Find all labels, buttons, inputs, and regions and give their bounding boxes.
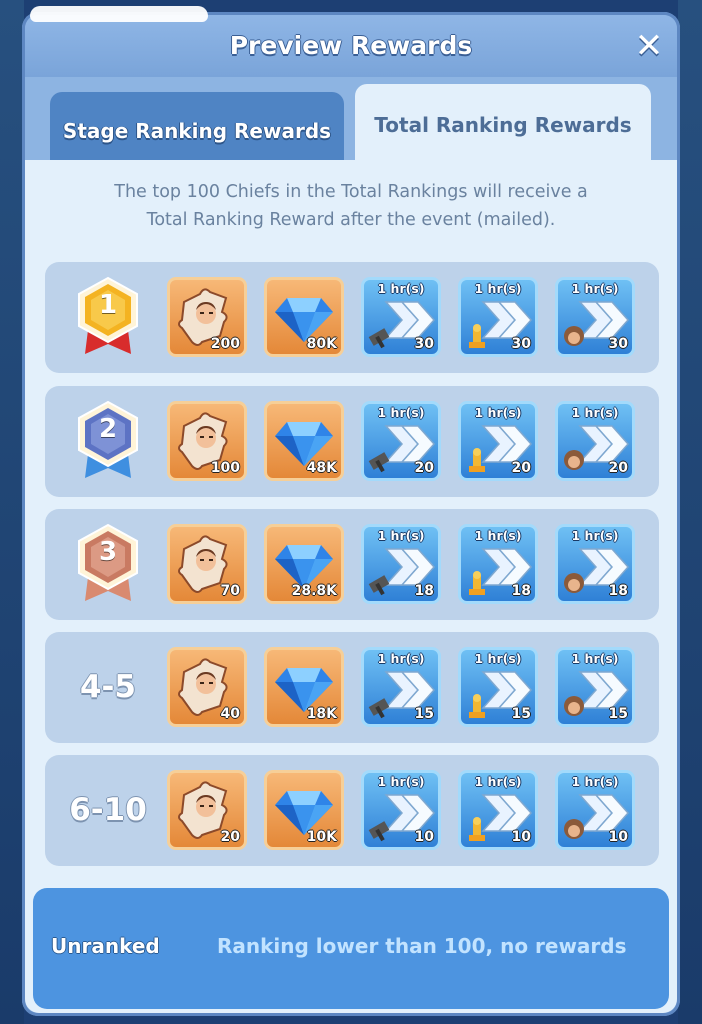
item-quantity: 40 bbox=[220, 706, 240, 722]
reward-row: 2 100 48K 1 hr(s) 20 1 hr(s) 20 1 hr(s) 20 bbox=[45, 386, 659, 497]
item-quantity: 30 bbox=[511, 336, 531, 352]
reward-item[interactable]: 1 hr(s) 30 bbox=[555, 277, 635, 357]
reward-item[interactable]: 1 hr(s) 30 bbox=[458, 277, 538, 357]
item-quantity: 100 bbox=[210, 460, 240, 476]
reward-item[interactable]: 1 hr(s) 10 bbox=[458, 770, 538, 850]
reward-item[interactable]: 20 bbox=[167, 770, 247, 850]
reward-row: 4-5 40 18K 1 hr(s) 15 1 hr(s) 15 1 hr(s) 15 bbox=[45, 632, 659, 743]
reward-item[interactable]: 1 hr(s) 18 bbox=[458, 524, 538, 604]
duration-label: 1 hr(s) bbox=[474, 651, 522, 666]
description: The top 100 Chiefs in the Total Rankings… bbox=[55, 178, 647, 234]
reward-item[interactable]: 1 hr(s) 18 bbox=[361, 524, 441, 604]
rank-slot: 2 bbox=[45, 386, 171, 497]
snow-cap-decoration bbox=[30, 6, 208, 22]
item-quantity: 200 bbox=[210, 336, 240, 352]
reward-item[interactable]: 1 hr(s) 10 bbox=[555, 770, 635, 850]
unranked-text: Ranking lower than 100, no rewards bbox=[217, 934, 627, 958]
reward-row: 6-10 20 10K 1 hr(s) 10 1 hr(s) 10 1 hr(s) 10 bbox=[45, 755, 659, 866]
rank-slot: 1 bbox=[45, 262, 171, 373]
item-quantity: 70 bbox=[220, 583, 240, 599]
item-quantity: 10 bbox=[608, 829, 628, 845]
reward-item[interactable]: 80K bbox=[264, 277, 344, 357]
reward-row: 1 200 80K 1 hr(s) 30 1 hr(s) 30 1 hr(s) 30 bbox=[45, 262, 659, 373]
reward-item[interactable]: 1 hr(s) 20 bbox=[555, 401, 635, 481]
reward-item[interactable]: 1 hr(s) 18 bbox=[555, 524, 635, 604]
rewards-panel: Preview Rewards ✕ Stage Ranking Rewards … bbox=[22, 12, 680, 1016]
item-quantity: 15 bbox=[608, 706, 628, 722]
reward-item[interactable]: 100 bbox=[167, 401, 247, 481]
duration-label: 1 hr(s) bbox=[474, 405, 522, 420]
rank-label: 4-5 bbox=[79, 669, 136, 705]
item-quantity: 15 bbox=[511, 706, 531, 722]
reward-row: 3 70 28.8K 1 hr(s) 18 1 hr(s) 18 1 hr(s) 18 bbox=[45, 509, 659, 620]
reward-item[interactable]: 1 hr(s) 15 bbox=[361, 647, 441, 727]
background-right bbox=[678, 0, 702, 1024]
item-quantity: 18K bbox=[306, 706, 337, 722]
title-bar: Preview Rewards ✕ bbox=[25, 15, 677, 77]
tab-total-ranking-rewards[interactable]: Total Ranking Rewards bbox=[355, 84, 651, 168]
unranked-label: Unranked bbox=[51, 934, 160, 958]
rank-number: 1 bbox=[98, 290, 118, 320]
item-quantity: 30 bbox=[608, 336, 628, 352]
duration-label: 1 hr(s) bbox=[377, 405, 425, 420]
duration-label: 1 hr(s) bbox=[571, 651, 619, 666]
reward-item[interactable]: 1 hr(s) 10 bbox=[361, 770, 441, 850]
duration-label: 1 hr(s) bbox=[377, 281, 425, 296]
reward-item[interactable]: 40 bbox=[167, 647, 247, 727]
item-quantity: 20 bbox=[220, 829, 240, 845]
rank-number: 2 bbox=[98, 414, 118, 444]
duration-label: 1 hr(s) bbox=[377, 651, 425, 666]
reward-item[interactable]: 1 hr(s) 30 bbox=[361, 277, 441, 357]
item-quantity: 20 bbox=[511, 460, 531, 476]
reward-item[interactable]: 10K bbox=[264, 770, 344, 850]
reward-item[interactable]: 18K bbox=[264, 647, 344, 727]
rank-number: 3 bbox=[98, 537, 118, 567]
item-quantity: 10 bbox=[414, 829, 434, 845]
reward-item[interactable]: 1 hr(s) 15 bbox=[458, 647, 538, 727]
item-quantity: 18 bbox=[511, 583, 531, 599]
unranked-banner: Unranked Ranking lower than 100, no rewa… bbox=[33, 888, 669, 1009]
rank-label: 6-10 bbox=[69, 792, 147, 828]
reward-item[interactable]: 48K bbox=[264, 401, 344, 481]
reward-item[interactable]: 1 hr(s) 15 bbox=[555, 647, 635, 727]
duration-label: 1 hr(s) bbox=[474, 281, 522, 296]
duration-label: 1 hr(s) bbox=[377, 528, 425, 543]
tab-content: The top 100 Chiefs in the Total Rankings… bbox=[25, 160, 677, 1013]
duration-label: 1 hr(s) bbox=[571, 774, 619, 789]
rank-slot: 6-10 bbox=[45, 755, 171, 866]
description-line-2: Total Ranking Reward after the event (ma… bbox=[146, 210, 556, 230]
item-quantity: 10 bbox=[511, 829, 531, 845]
rank-slot: 4-5 bbox=[45, 632, 171, 743]
duration-label: 1 hr(s) bbox=[474, 528, 522, 543]
item-quantity: 20 bbox=[414, 460, 434, 476]
duration-label: 1 hr(s) bbox=[571, 528, 619, 543]
window-title: Preview Rewards bbox=[229, 31, 473, 60]
item-quantity: 20 bbox=[608, 460, 628, 476]
reward-item[interactable]: 1 hr(s) 20 bbox=[361, 401, 441, 481]
duration-label: 1 hr(s) bbox=[571, 405, 619, 420]
close-icon[interactable]: ✕ bbox=[631, 29, 667, 65]
item-quantity: 18 bbox=[414, 583, 434, 599]
tab-stage-ranking-rewards[interactable]: Stage Ranking Rewards bbox=[50, 92, 344, 164]
item-quantity: 15 bbox=[414, 706, 434, 722]
item-quantity: 10K bbox=[306, 829, 337, 845]
item-quantity: 30 bbox=[414, 336, 434, 352]
item-quantity: 80K bbox=[306, 336, 337, 352]
reward-item[interactable]: 28.8K bbox=[264, 524, 344, 604]
rank-slot: 3 bbox=[45, 509, 171, 620]
background-left bbox=[0, 0, 24, 1024]
item-quantity: 48K bbox=[306, 460, 337, 476]
duration-label: 1 hr(s) bbox=[571, 281, 619, 296]
item-quantity: 28.8K bbox=[291, 583, 337, 599]
duration-label: 1 hr(s) bbox=[474, 774, 522, 789]
item-quantity: 18 bbox=[608, 583, 628, 599]
description-line-1: The top 100 Chiefs in the Total Rankings… bbox=[114, 182, 588, 202]
duration-label: 1 hr(s) bbox=[377, 774, 425, 789]
reward-item[interactable]: 200 bbox=[167, 277, 247, 357]
reward-item[interactable]: 70 bbox=[167, 524, 247, 604]
reward-item[interactable]: 1 hr(s) 20 bbox=[458, 401, 538, 481]
